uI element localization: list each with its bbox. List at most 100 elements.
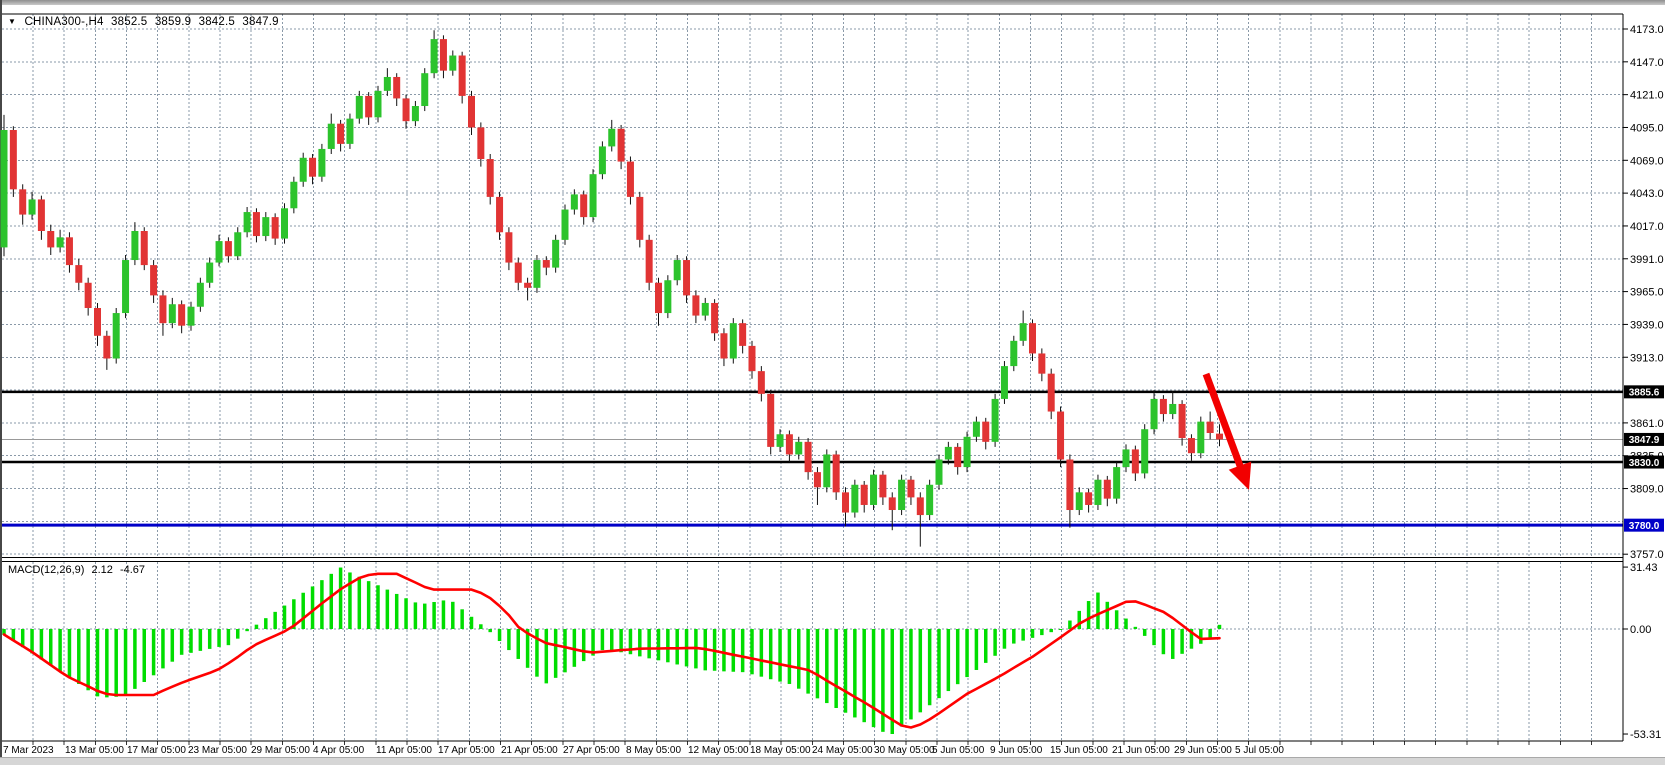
svg-text:29 Jun 05:00: 29 Jun 05:00: [1174, 745, 1232, 756]
candle: [393, 76, 401, 99]
svg-text:-53.31: -53.31: [1630, 729, 1661, 741]
candle: [131, 231, 139, 261]
candle: [720, 333, 728, 359]
svg-text:7 Mar 2023: 7 Mar 2023: [3, 745, 54, 756]
quote-bar: ▼ CHINA300-,H4 3852.5 3859.9 3842.5 3847…: [8, 16, 283, 28]
candle: [767, 393, 775, 447]
candle: [150, 265, 158, 296]
candle: [159, 295, 167, 324]
candle: [795, 441, 803, 455]
candle: [1047, 373, 1055, 412]
candle: [28, 199, 36, 215]
candle: [851, 484, 859, 513]
svg-text:9 Jun 05:00: 9 Jun 05:00: [990, 745, 1043, 756]
svg-text:29 Mar 05:00: 29 Mar 05:00: [251, 745, 310, 756]
price-axis[interactable]: 4173.0 4147.0 4121.0 4095.0 4069.0 4043.0 4017…: [1623, 24, 1664, 561]
trading-chart-window: 4173.0 4147.0 4121.0 4095.0 4069.0 4043.0 4017…: [0, 0, 1665, 765]
candle: [1122, 449, 1130, 468]
candle: [215, 241, 223, 263]
candle: [187, 306, 195, 326]
candle: [281, 208, 288, 239]
candle: [458, 55, 466, 96]
candle: [636, 196, 644, 240]
svg-text:3991.0: 3991.0: [1630, 254, 1664, 266]
svg-text:4043.0: 4043.0: [1630, 188, 1664, 200]
candle: [842, 492, 849, 513]
candle: [879, 474, 887, 498]
candle: [243, 212, 251, 233]
symbol-dropdown-icon[interactable]: ▼: [8, 17, 16, 26]
candle: [1066, 459, 1074, 511]
candle: [496, 196, 504, 233]
candle: [898, 479, 906, 511]
svg-text:23 Mar 05:00: 23 Mar 05:00: [188, 745, 247, 756]
candle: [430, 39, 438, 74]
chart-canvas[interactable]: 4173.0 4147.0 4121.0 4095.0 4069.0 4043.0 4017…: [0, 0, 1665, 765]
candle: [178, 304, 186, 326]
candle: [1057, 411, 1065, 460]
svg-text:21 Jun 05:00: 21 Jun 05:00: [1112, 745, 1170, 756]
candle: [1113, 467, 1121, 499]
candle: [776, 434, 784, 447]
candle: [206, 262, 214, 283]
quote-low: 3842.5: [198, 16, 235, 28]
candle: [655, 282, 662, 314]
candle: [468, 95, 475, 128]
candle: [411, 106, 419, 122]
candle: [916, 497, 924, 516]
symbol-period-label: CHINA300-,H4: [24, 16, 104, 28]
candle: [683, 260, 691, 296]
candle: [561, 209, 569, 240]
svg-text:3939.0: 3939.0: [1630, 319, 1664, 331]
candle: [692, 295, 700, 316]
candle: [533, 260, 541, 288]
candle: [711, 302, 719, 334]
candle: [598, 146, 606, 175]
candle: [290, 181, 298, 209]
window-bottom-strip: [0, 757, 1665, 765]
candle: [926, 484, 934, 516]
candle: [505, 232, 513, 263]
svg-text:3847.9: 3847.9: [1629, 435, 1660, 446]
candle: [9, 130, 17, 190]
candle: [1085, 492, 1093, 505]
candle: [570, 194, 578, 210]
svg-text:12 May 05:00: 12 May 05:00: [688, 745, 749, 756]
candle: [1019, 323, 1027, 341]
time-axis[interactable]: 7 Mar 2023 13 Mar 05:00 17 Mar 05:00 23 Mar…: [3, 745, 1284, 756]
svg-text:5 Jun 05:00: 5 Jun 05:00: [932, 745, 985, 756]
svg-text:24 May 05:00: 24 May 05:00: [812, 745, 873, 756]
candle: [580, 194, 588, 218]
macd-indicator-label: MACD(12,26,9) 2.12 -4.67: [8, 564, 149, 576]
candle: [617, 128, 625, 162]
candle: [402, 98, 410, 122]
candle: [608, 128, 616, 147]
candle: [1000, 366, 1008, 399]
svg-text:8 May 05:00: 8 May 05:00: [626, 745, 681, 756]
candle: [823, 454, 831, 488]
candle: [337, 123, 345, 144]
svg-text:15 Jun 05:00: 15 Jun 05:00: [1050, 745, 1108, 756]
candle: [383, 76, 391, 91]
candle: [832, 454, 840, 493]
svg-text:3757.0: 3757.0: [1630, 549, 1664, 561]
svg-text:21 Apr 05:00: 21 Apr 05:00: [501, 745, 558, 756]
candle: [252, 212, 260, 237]
candle: [673, 260, 681, 281]
quote-open: 3852.5: [111, 16, 148, 28]
macd-axis[interactable]: 31.43 0.00 -53.31: [1623, 562, 1661, 741]
svg-text:3830.0: 3830.0: [1629, 458, 1660, 469]
candle: [318, 148, 326, 177]
candle: [664, 280, 672, 314]
candle: [1103, 479, 1111, 499]
candle: [1169, 403, 1177, 415]
svg-text:4069.0: 4069.0: [1630, 155, 1664, 167]
candle: [804, 441, 812, 473]
candle: [94, 308, 101, 336]
candle: [729, 323, 737, 359]
candle: [421, 73, 429, 107]
svg-text:4173.0: 4173.0: [1630, 24, 1664, 36]
candle: [1150, 398, 1158, 430]
svg-text:13 Mar 05:00: 13 Mar 05:00: [65, 745, 124, 756]
grid: [2, 14, 1623, 745]
